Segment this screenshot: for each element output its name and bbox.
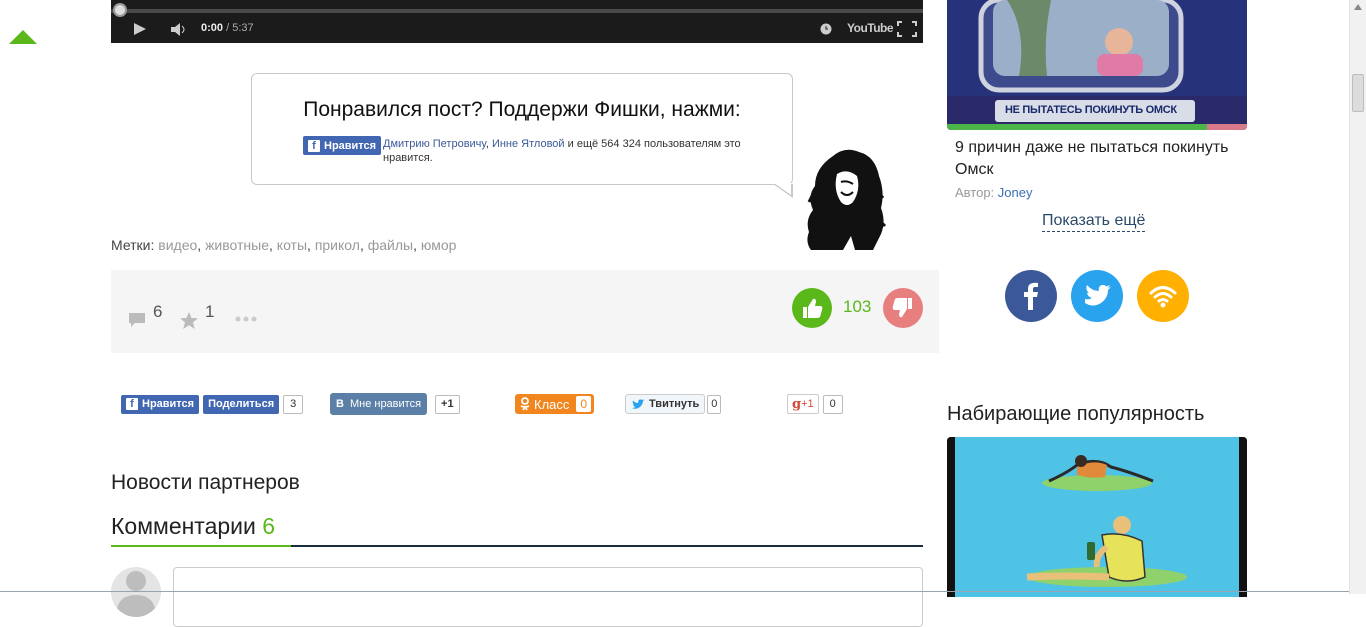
mascot-illustration [807, 149, 887, 250]
twitter-follow-button[interactable] [1071, 270, 1123, 322]
video-progress-knob[interactable] [113, 3, 127, 17]
article-thumbnail[interactable]: НЕ ПЫТАТЕСЬ ПОКИНУТЬ ОМСК [947, 0, 1247, 130]
facebook-share-count: 3 [283, 394, 304, 414]
promo-like-text: Дмитрию Петровичу, Инне Ятловой и ещё 56… [383, 138, 741, 164]
volume-icon[interactable] [171, 23, 187, 36]
facebook-like-share-button[interactable]: f Нравится [121, 394, 200, 414]
twitter-icon [1085, 284, 1111, 306]
more-icon[interactable] [235, 316, 257, 322]
scrollbar-thumb[interactable] [1352, 74, 1364, 112]
comment-input[interactable] [173, 567, 923, 627]
video-time: 0:00 / 5:37 [201, 22, 254, 34]
video-player[interactable]: 0:00 / 5:37 YouTube [111, 0, 923, 43]
friend-link[interactable]: Дмитрию Петровичу [383, 138, 486, 150]
image-caption-sign: НЕ ПЫТАТЕСЬ ПОКИНУТЬ ОМСК [1005, 104, 1177, 116]
comments-divider-accent [111, 545, 291, 547]
facebook-icon: f [126, 398, 138, 410]
facebook-follow-button[interactable] [1005, 270, 1057, 322]
friend-link[interactable]: Инне Ятловой [492, 138, 565, 150]
like-button[interactable] [792, 288, 832, 328]
vk-icon: B [336, 398, 344, 410]
favorites-stat[interactable]: 1 [179, 302, 214, 330]
facebook-like-button[interactable]: f Нравится [303, 136, 382, 155]
scroll-to-top-icon[interactable] [9, 30, 37, 44]
window-bottom-edge [0, 591, 1349, 592]
thumb-up-icon [803, 298, 823, 318]
comments-title: Комментарии 6 [111, 513, 276, 539]
scroll-up-icon[interactable] [1353, 3, 1363, 11]
rating-count: 103 [843, 297, 872, 316]
user-avatar-icon [116, 571, 156, 617]
comment-icon [129, 313, 145, 327]
avatar [111, 567, 161, 617]
tags-line: Метки: видео, животные, коты, прикол, фа… [111, 237, 457, 253]
tag-link[interactable]: прикол [315, 237, 360, 253]
show-more-link[interactable]: Показать ещё [1042, 212, 1146, 232]
tag-link[interactable]: коты [277, 237, 307, 253]
twitter-share-group: Твитнуть 0 [625, 393, 722, 415]
odnoklassniki-icon [520, 397, 530, 411]
gplus-share-group: g +1 0 [787, 393, 843, 415]
post-stats-bar: 6 1 103 [111, 270, 939, 353]
ok-class-button[interactable]: Класс 0 [515, 394, 595, 414]
tag-link[interactable]: файлы [368, 237, 413, 253]
facebook-share-button[interactable]: Поделиться [203, 394, 280, 414]
tag-link[interactable]: видео [158, 237, 197, 253]
vk-like-button[interactable]: B Мне нравится [330, 393, 428, 415]
yoga-cartoon-image [947, 437, 1247, 597]
facebook-share-group: f Нравится Поделиться 3 [121, 393, 304, 415]
support-promo-bubble: Понравился пост? Поддержи Фишки, нажми: … [251, 73, 793, 198]
comments-stat[interactable]: 6 [127, 302, 162, 329]
article-title-link[interactable]: 9 причин даже не пытаться покинуть Омск [955, 137, 1235, 181]
vk-share-group: B Мне нравится +1 [330, 393, 460, 415]
ok-share-group: Класс 0 [515, 393, 595, 415]
facebook-icon [1024, 282, 1038, 310]
video-progress-bar[interactable] [111, 9, 923, 13]
clock-icon[interactable] [820, 23, 832, 35]
popular-section-title: Набирающие популярность [947, 403, 1205, 425]
partners-news-title: Новости партнеров [111, 471, 300, 494]
tag-link[interactable]: животные [205, 237, 269, 253]
author-link[interactable]: Joney [998, 185, 1033, 200]
rss-follow-button[interactable] [1137, 270, 1189, 322]
comments-count: 6 [262, 513, 276, 539]
fullscreen-icon[interactable] [897, 21, 917, 37]
gplus-count: 0 [822, 394, 843, 414]
tweet-count: 0 [707, 394, 722, 414]
play-icon[interactable] [133, 22, 147, 36]
facebook-icon: f [308, 139, 320, 152]
thumb-down-icon [892, 298, 912, 318]
page-scrollbar[interactable] [1349, 0, 1366, 594]
youtube-logo[interactable]: YouTube [847, 21, 894, 35]
twitter-icon [632, 398, 645, 409]
article-author: Автор: Joney [955, 185, 1033, 200]
ok-count: 0 [576, 396, 592, 412]
gplus-button[interactable]: g +1 [787, 394, 819, 414]
wifi-rss-icon [1149, 286, 1177, 308]
popular-article-thumbnail[interactable] [947, 437, 1247, 597]
promo-title: Понравился пост? Поддержи Фишки, нажми: [303, 98, 741, 121]
star-icon [180, 312, 198, 329]
gplus-icon: g [792, 396, 802, 412]
tag-link[interactable]: юмор [421, 237, 457, 253]
vk-like-count: +1 [435, 394, 460, 414]
tweet-button[interactable]: Твитнуть [625, 394, 706, 414]
dislike-button[interactable] [883, 288, 923, 328]
